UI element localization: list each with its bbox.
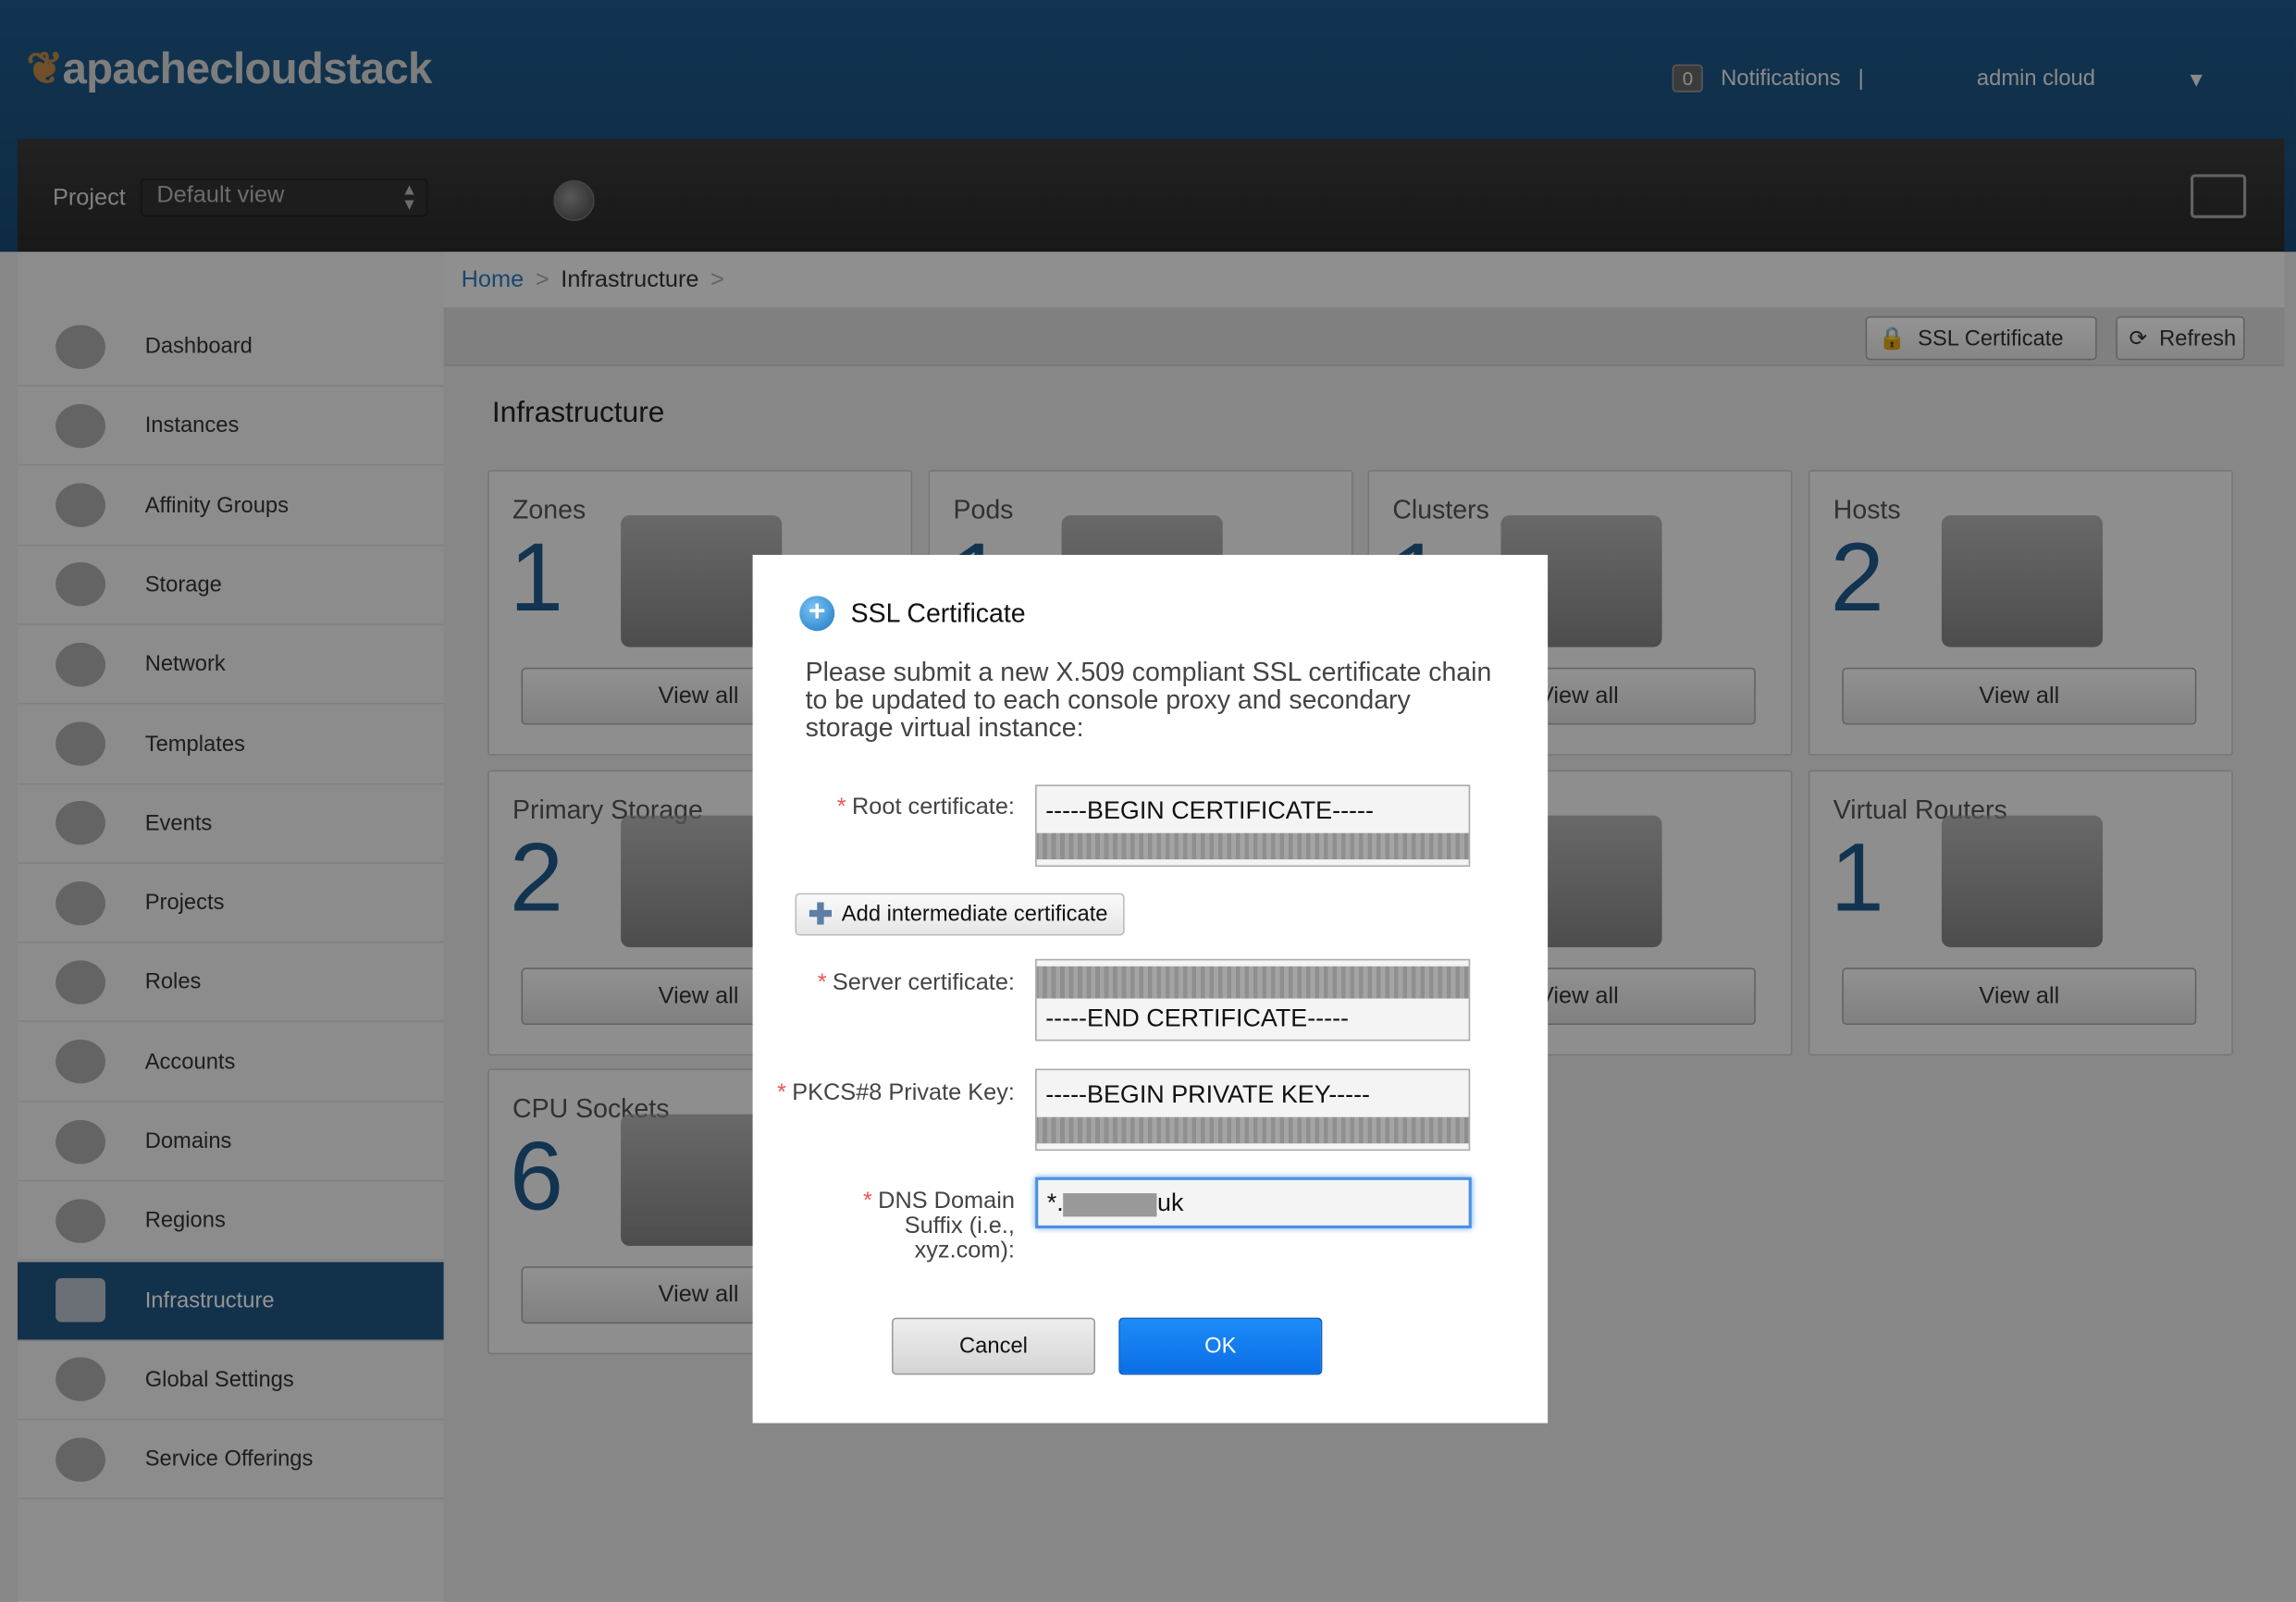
server-certificate-textarea[interactable]: -----END CERTIFICATE-----: [1035, 958, 1471, 1041]
dialog-description: Please submit a new X.509 compliant SSL …: [805, 657, 1492, 743]
redacted-text: [1036, 832, 1469, 860]
root-certificate-textarea[interactable]: -----BEGIN CERTIFICATE-----: [1035, 784, 1471, 868]
label-text: DNS Domain Suffix (i.e., xyz.com):: [878, 1189, 1015, 1264]
dns-suffix-label: * DNS Domain Suffix (i.e., xyz.com):: [824, 1189, 1015, 1263]
button-label: Add intermediate certificate: [841, 902, 1108, 927]
root-certificate-label: * Root certificate:: [837, 795, 1015, 820]
app: ❦apachecloudstack 0 Notifications | admin …: [0, 0, 2296, 1602]
private-key-label: * PKCS#8 Private Key:: [777, 1080, 1015, 1105]
cancel-button[interactable]: Cancel: [891, 1317, 1096, 1375]
plus-icon: ✚: [808, 898, 833, 931]
label-text: PKCS#8 Private Key:: [792, 1080, 1015, 1106]
textarea-value: -----END CERTIFICATE-----: [1045, 1004, 1350, 1032]
redacted-text: [1036, 1116, 1469, 1144]
server-certificate-label: * Server certificate:: [818, 970, 1015, 995]
ok-button[interactable]: OK: [1118, 1317, 1323, 1375]
dns-suffix: uk: [1157, 1189, 1184, 1217]
private-key-textarea[interactable]: -----BEGIN PRIVATE KEY-----: [1035, 1068, 1471, 1152]
dns-prefix: *.: [1046, 1189, 1064, 1217]
ssl-certificate-dialog: + SSL Certificate Please submit a new X.…: [752, 554, 1549, 1423]
dialog-title: SSL Certificate: [850, 598, 1026, 629]
required-marker: *: [836, 795, 846, 820]
redacted-text: [1063, 1192, 1158, 1216]
dns-suffix-input[interactable]: *. uk: [1035, 1177, 1472, 1229]
redacted-text: [1036, 966, 1469, 999]
required-marker: *: [862, 1189, 872, 1214]
required-marker: *: [817, 970, 827, 996]
add-intermediate-certificate-button[interactable]: ✚ Add intermediate certificate: [795, 893, 1125, 936]
required-marker: *: [777, 1080, 786, 1106]
textarea-value: -----BEGIN CERTIFICATE-----: [1045, 796, 1374, 825]
label-text: Server certificate:: [832, 970, 1015, 996]
label-text: Root certificate:: [852, 795, 1015, 820]
add-icon: +: [799, 596, 835, 632]
textarea-value: -----BEGIN PRIVATE KEY-----: [1045, 1080, 1371, 1109]
